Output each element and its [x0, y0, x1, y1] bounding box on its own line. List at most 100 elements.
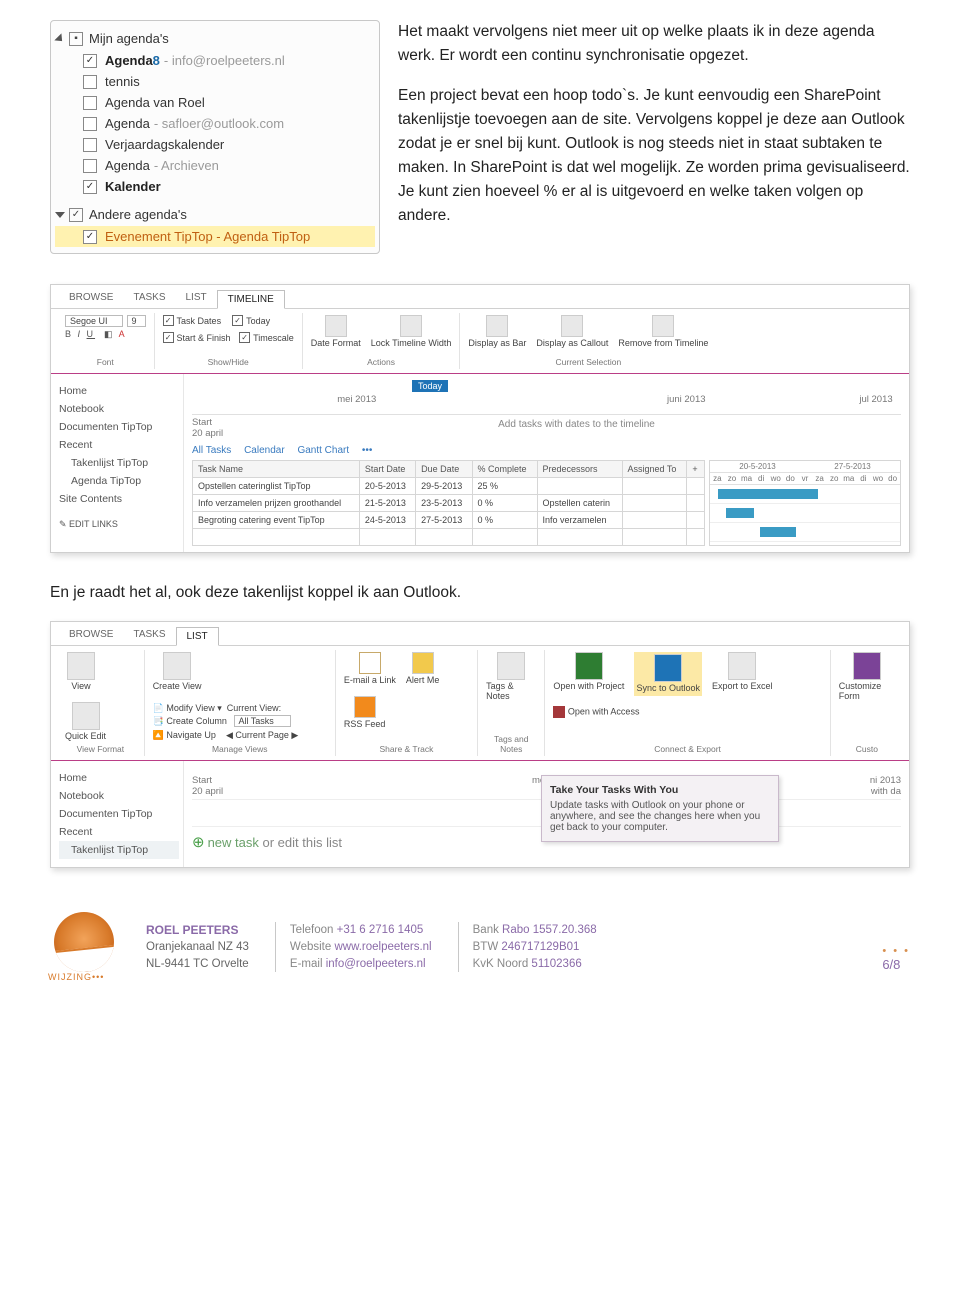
column-header[interactable]: + — [687, 461, 705, 478]
checkbox-icon[interactable] — [83, 159, 97, 173]
nav-link[interactable]: Notebook — [59, 787, 179, 805]
create-column-button[interactable]: 📑 Create Column All Tasks — [153, 715, 299, 729]
column-header[interactable]: Start Date — [359, 461, 415, 478]
calendar-item-label: Agenda — [105, 53, 153, 68]
brand-tagline: WIJZING••• — [48, 972, 104, 982]
column-header[interactable]: Task Name — [193, 461, 360, 478]
export-excel-button[interactable]: Export to Excel — [712, 652, 773, 692]
edit-links[interactable]: ✎ EDIT LINKS — [59, 516, 179, 533]
nav-link[interactable]: Recent — [59, 823, 179, 841]
lock-width-button[interactable]: Lock Timeline Width — [371, 315, 452, 349]
calendar-item[interactable]: Verjaardagskalender — [55, 134, 375, 155]
my-calendars-header[interactable]: ▪ Mijn agenda's — [55, 27, 375, 50]
font-style-buttons[interactable]: B I U ◧ A — [65, 329, 146, 340]
nav-link[interactable]: Takenlijst TipTop — [59, 454, 179, 472]
table-row[interactable]: Info verzamelen prijzen groothandel21-5-… — [193, 495, 705, 512]
checkbox-icon[interactable] — [239, 332, 250, 343]
nav-link[interactable]: Home — [59, 382, 179, 400]
calendar-item-label: tennis — [105, 74, 140, 89]
table-cell: 21-5-2013 — [359, 495, 415, 512]
footer-value: 51102366 — [528, 958, 582, 970]
checkbox-icon[interactable]: ▪ — [69, 32, 83, 46]
nav-link[interactable]: Recent — [59, 436, 179, 454]
view-tab[interactable]: Gantt Chart — [297, 445, 349, 456]
checkbox-icon[interactable] — [83, 117, 97, 131]
nav-link[interactable]: Site Contents — [59, 490, 179, 508]
remove-timeline-button[interactable]: Remove from Timeline — [618, 315, 708, 349]
checkbox-icon[interactable]: ✓ — [69, 208, 83, 222]
tags-notes-button[interactable]: Tags & Notes — [486, 652, 536, 702]
table-row[interactable]: Begroting catering event TipTop24-5-2013… — [193, 512, 705, 529]
tab-tasks[interactable]: TASKS — [123, 626, 175, 645]
column-header[interactable]: Assigned To — [622, 461, 687, 478]
display-callout-button[interactable]: Display as Callout — [536, 315, 608, 349]
create-view-button[interactable]: Create View — [153, 652, 202, 692]
calendar-item[interactable]: Agenda van Roel — [55, 92, 375, 113]
logo-icon — [50, 916, 120, 972]
navigate-up-button[interactable]: 🔼 Navigate Up ◀ Current Page ▶ — [153, 729, 299, 743]
quick-edit-button[interactable]: Quick Edit — [65, 702, 106, 742]
checkbox-icon[interactable] — [232, 315, 243, 326]
tab-list[interactable]: LIST — [176, 627, 219, 646]
tab-tasks[interactable]: TASKS — [123, 289, 175, 308]
page-number: • • • 6/8 — [882, 945, 910, 972]
column-header[interactable]: Predecessors — [537, 461, 622, 478]
view-button[interactable]: View — [65, 652, 97, 692]
nav-link[interactable]: Takenlijst TipTop — [59, 841, 179, 859]
checkbox-icon[interactable] — [83, 138, 97, 152]
calendar-item[interactable]: Evenement TipTop - Agenda TipTop — [55, 226, 375, 247]
column-header[interactable]: % Complete — [472, 461, 537, 478]
checkbox-icon[interactable] — [163, 315, 174, 326]
tab-list[interactable]: LIST — [176, 289, 217, 308]
column-header[interactable]: Due Date — [416, 461, 472, 478]
open-project-button[interactable]: Open with Project — [553, 652, 624, 692]
collapse-icon — [55, 212, 65, 218]
font-name-select[interactable]: Segoe UI — [65, 315, 123, 327]
nav-link[interactable]: Agenda TipTop — [59, 472, 179, 490]
calendar-item[interactable]: Kalender — [55, 176, 375, 197]
display-bar-button[interactable]: Display as Bar — [468, 315, 526, 349]
view-tab-more[interactable]: ••• — [362, 445, 373, 456]
checkbox-icon[interactable] — [83, 96, 97, 110]
table-cell: Info verzamelen prijzen groothandel — [193, 495, 360, 512]
checkbox-icon[interactable] — [83, 75, 97, 89]
footer-value: info@roelpeeters.nl — [323, 958, 426, 970]
footer-value: Rabo 1557.20.368 — [499, 924, 597, 936]
brand-name: ROEL PEETERS — [146, 922, 249, 939]
tab-browse[interactable]: BROWSE — [59, 289, 123, 308]
calendar-item[interactable]: Agenda - safloer@outlook.com — [55, 113, 375, 134]
tab-timeline[interactable]: TIMELINE — [217, 290, 285, 309]
email-link-button[interactable]: E-mail a Link — [344, 652, 396, 686]
customize-form-button[interactable]: Customize Form — [839, 652, 895, 702]
rss-feed-button[interactable]: RSS Feed — [344, 696, 386, 730]
alert-me-button[interactable]: Alert Me — [406, 652, 440, 686]
view-tab[interactable]: All Tasks — [192, 445, 231, 456]
start-label: Start — [192, 417, 252, 428]
view-tab[interactable]: Calendar — [244, 445, 285, 456]
checkbox-icon[interactable] — [163, 332, 174, 343]
calendar-item[interactable]: Agenda - Archieven — [55, 155, 375, 176]
date-format-button[interactable]: Date Format — [311, 315, 361, 349]
checkbox-icon[interactable] — [83, 180, 97, 194]
table-cell: 24-5-2013 — [359, 512, 415, 529]
calendar-item[interactable]: Agenda 8 - info@roelpeeters.nl — [55, 50, 375, 71]
nav-link[interactable]: Home — [59, 769, 179, 787]
nav-link[interactable]: Notebook — [59, 400, 179, 418]
tab-browse[interactable]: BROWSE — [59, 626, 123, 645]
ribbon-group-label: Connect & Export — [553, 744, 821, 754]
table-row[interactable]: Opstellen cateringlist TipTop20-5-201329… — [193, 478, 705, 495]
modify-view-button[interactable]: 📄 Modify View ▾ Current View: — [153, 702, 299, 716]
nav-link[interactable]: Documenten TipTop — [59, 805, 179, 823]
other-calendars-header[interactable]: ✓ Andere agenda's — [55, 203, 375, 226]
checkbox-icon[interactable] — [83, 230, 97, 244]
checkbox-icon[interactable] — [83, 54, 97, 68]
plus-icon: ⊕ — [192, 834, 205, 851]
sync-outlook-button[interactable]: Sync to Outlook — [634, 652, 702, 696]
font-size-select[interactable]: 9 — [127, 315, 146, 327]
calendar-item[interactable]: tennis — [55, 71, 375, 92]
nav-link[interactable]: Documenten TipTop — [59, 418, 179, 436]
current-view-select[interactable]: All Tasks — [234, 715, 290, 727]
gantt-day: do — [885, 473, 900, 484]
footer-value: 246717129B01 — [498, 941, 579, 953]
open-access-button[interactable]: Open with Access — [553, 706, 639, 718]
